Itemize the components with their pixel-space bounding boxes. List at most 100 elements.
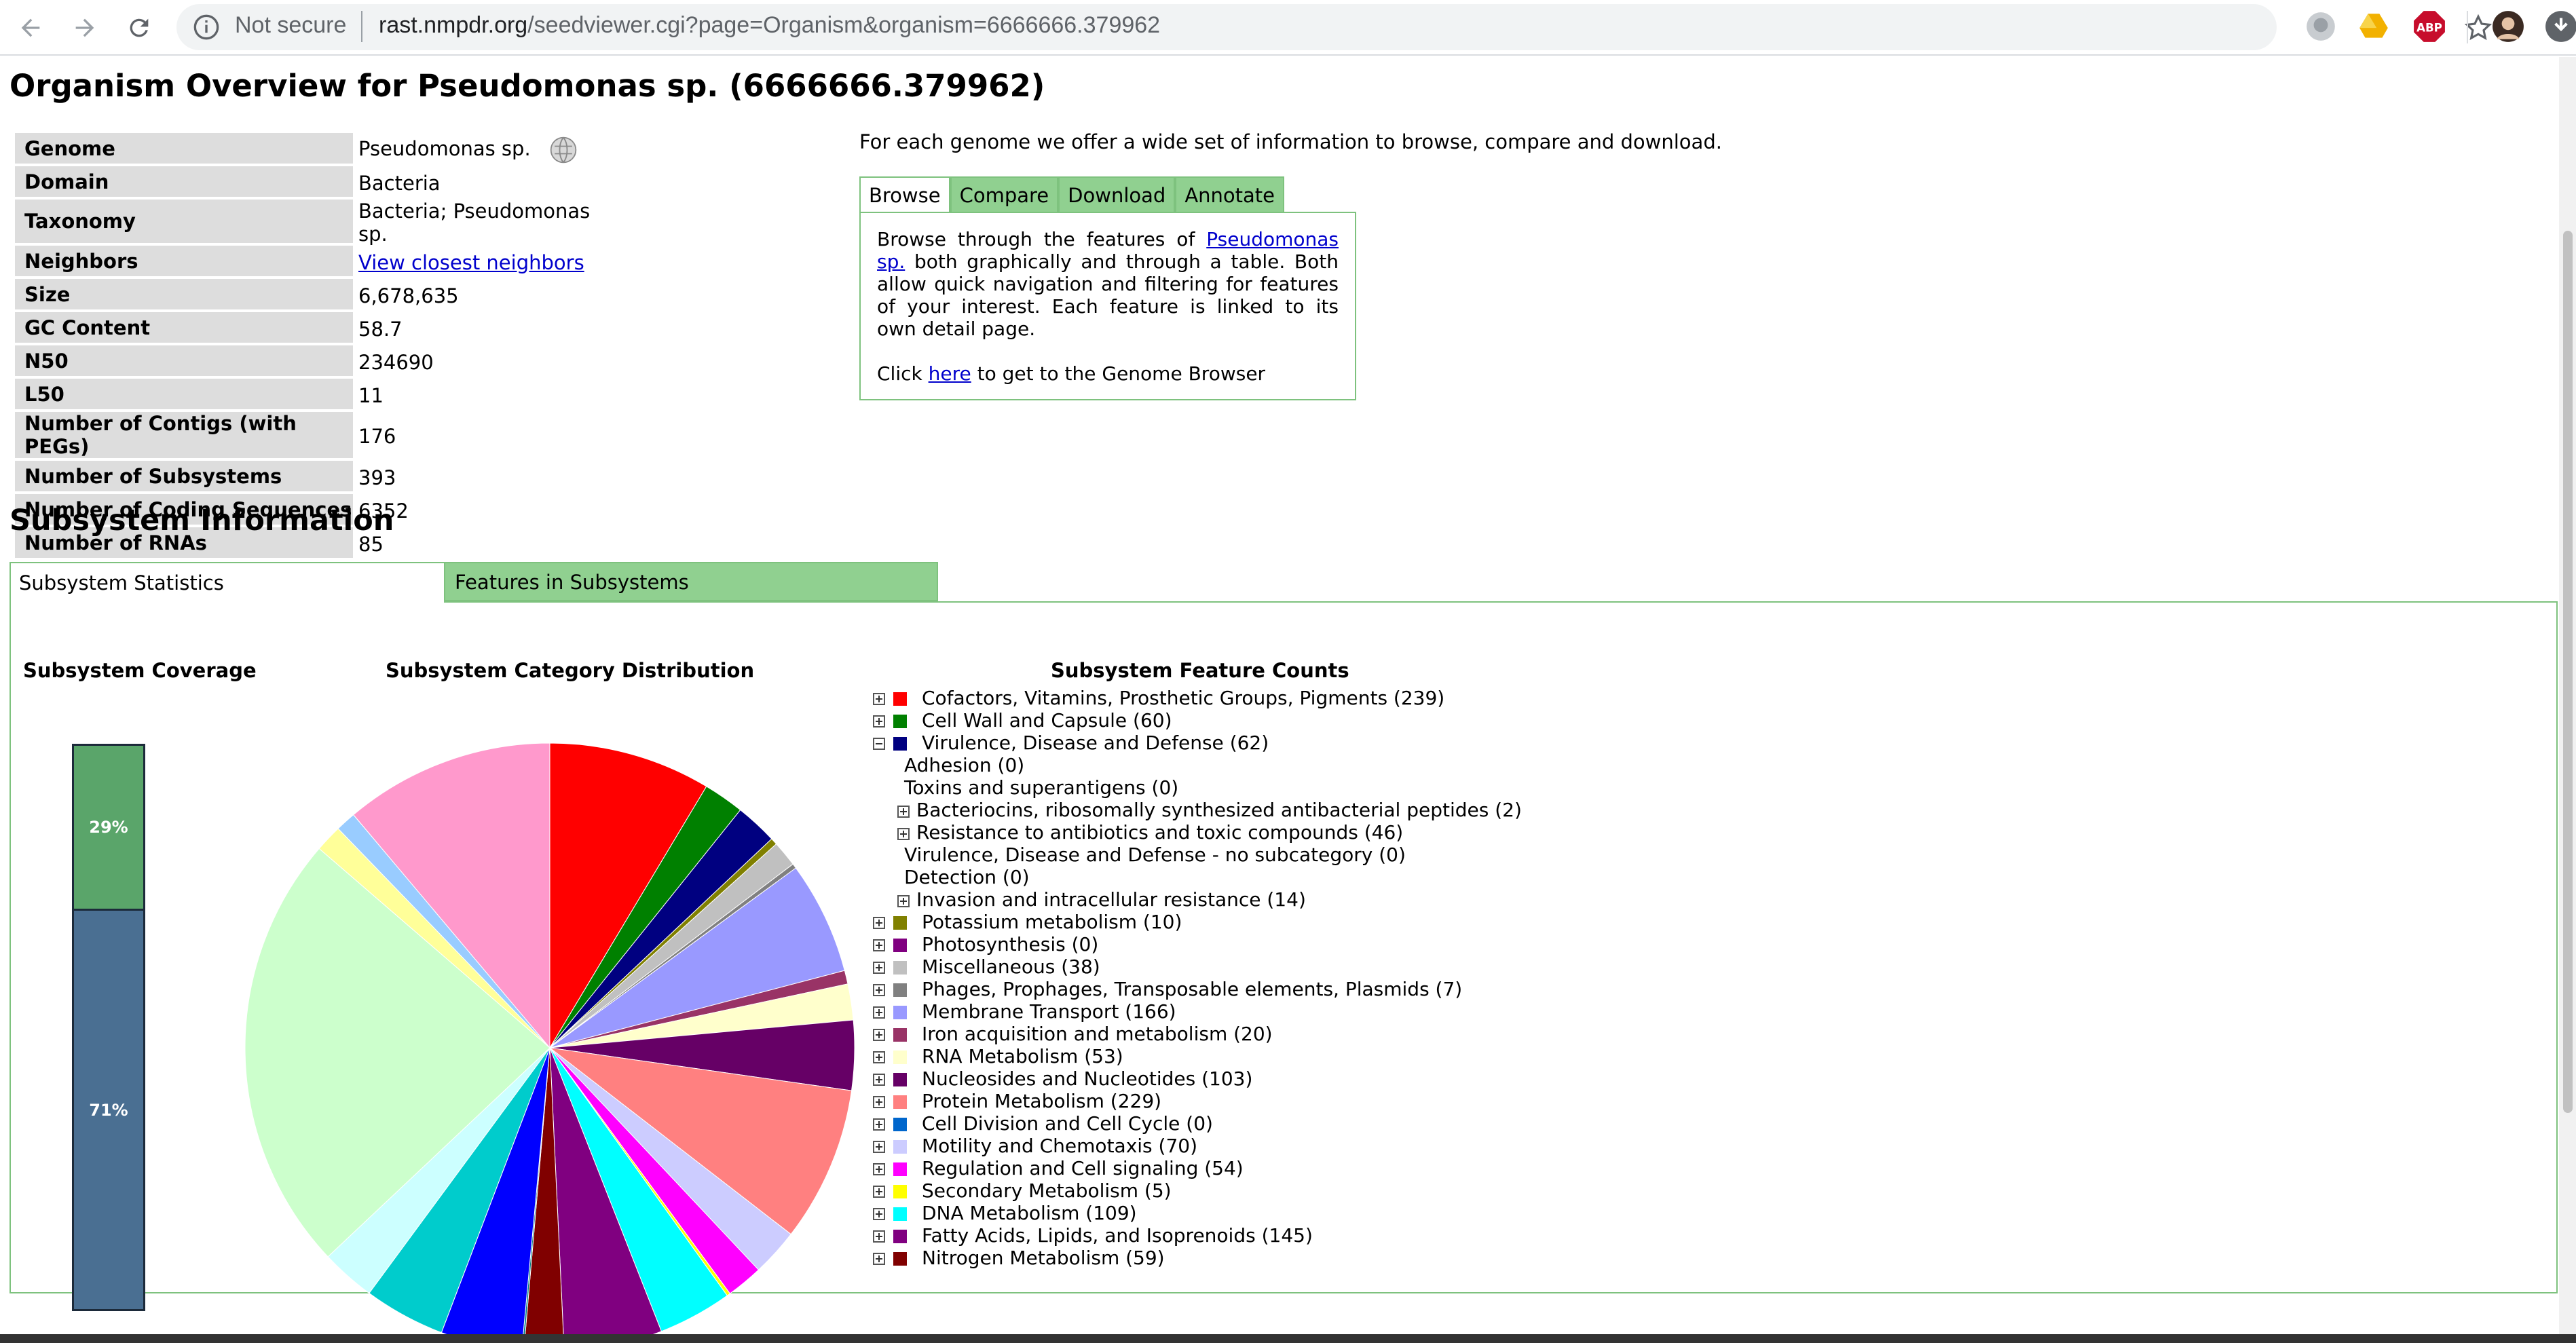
tab-compare[interactable]: Compare <box>950 176 1059 213</box>
coverage-bar: 29% 71% <box>72 744 145 1311</box>
expand-icon[interactable] <box>873 1186 885 1198</box>
expand-icon[interactable] <box>873 1118 885 1131</box>
category-color-swatch <box>893 1140 907 1154</box>
expand-icon[interactable] <box>873 693 885 705</box>
category-label: Iron acquisition and metabolism (20) <box>922 1023 1273 1045</box>
expand-icon[interactable] <box>897 895 910 907</box>
subcategory-label: Resistance to antibiotics and toxic comp… <box>916 821 1404 844</box>
pie-chart-title: Subsystem Category Distribution <box>386 659 755 682</box>
feature-category-row[interactable]: Fatty Acids, Lipids, and Isoprenoids (14… <box>873 1224 1891 1247</box>
click-prefix: Click <box>877 362 929 385</box>
feature-category-row[interactable]: Cell Wall and Capsule (60) <box>873 709 1891 732</box>
expand-icon[interactable] <box>873 1029 885 1041</box>
feature-category-row[interactable]: Nucleosides and Nucleotides (103) <box>873 1067 1891 1090</box>
genome-table-row: Neighbors View closest neighbors <box>15 246 612 279</box>
feature-category-row[interactable]: Protein Metabolism (229) <box>873 1090 1891 1112</box>
adblock-plus-label: ABP <box>2416 21 2442 34</box>
category-color-swatch <box>893 1230 907 1243</box>
expand-icon[interactable] <box>873 1074 885 1086</box>
url-text[interactable]: rast.nmpdr.org/seedviewer.cgi?page=Organ… <box>379 12 1160 39</box>
address-bar[interactable]: Not secure rast.nmpdr.org/seedviewer.cgi… <box>176 4 2493 50</box>
profile-avatar-icon[interactable] <box>2491 10 2525 43</box>
coverage-not-in-subsystems[interactable]: 71% <box>74 909 143 1309</box>
info-icon[interactable] <box>193 14 220 41</box>
forward-icon[interactable] <box>67 10 103 46</box>
reload-icon[interactable] <box>121 10 157 46</box>
feature-category-row[interactable]: Regulation and Cell signaling (54) <box>873 1157 1891 1179</box>
feature-category-row[interactable]: RNA Metabolism (53) <box>873 1045 1891 1067</box>
expand-icon[interactable] <box>873 962 885 974</box>
genome-row-label: Size <box>15 279 353 312</box>
expand-icon[interactable] <box>873 1163 885 1175</box>
genome-row-value-cell: 393 <box>353 461 612 494</box>
bottom-bar <box>0 1334 2576 1343</box>
genome-browser-link[interactable]: here <box>929 362 971 385</box>
subcategory-row: Adhesion (0) <box>873 754 1891 776</box>
genome-table-row: N50 234690 <box>15 345 612 379</box>
toolbar-divider <box>2467 11 2468 43</box>
feature-category-row[interactable]: Miscellaneous (38) <box>873 956 1891 978</box>
category-color-swatch <box>893 692 907 706</box>
expand-icon[interactable] <box>873 984 885 996</box>
view-neighbors-link[interactable]: View closest neighbors <box>358 251 584 274</box>
expand-icon[interactable] <box>873 939 885 951</box>
feature-category-row[interactable]: Cofactors, Vitamins, Prosthetic Groups, … <box>873 687 1891 709</box>
expand-icon[interactable] <box>873 1253 885 1265</box>
subcategory-row: Detection (0) <box>873 866 1891 888</box>
feature-category-row[interactable]: Membrane Transport (166) <box>873 1000 1891 1023</box>
expand-icon[interactable] <box>873 715 885 727</box>
genome-row-label: Genome <box>15 133 353 166</box>
extension-elephant-icon[interactable] <box>2304 10 2338 43</box>
genome-table-row: Genome Pseudomonas sp. <box>15 133 612 166</box>
extension-drive-icon[interactable] <box>2357 10 2391 43</box>
category-color-swatch <box>893 715 907 728</box>
coverage-in-subsystems[interactable]: 29% <box>74 746 143 909</box>
tab-browse[interactable]: Browse <box>859 176 950 213</box>
feature-category-row[interactable]: Photosynthesis (0) <box>873 933 1891 956</box>
scrollbar-thumb[interactable] <box>2563 231 2573 1113</box>
chrome-menu-icon[interactable] <box>2544 10 2576 43</box>
expand-icon[interactable] <box>873 1006 885 1019</box>
browse-tab-panel: Browse through the features of Pseudomon… <box>859 212 1356 400</box>
adblock-plus-icon[interactable]: ABP <box>2412 10 2446 43</box>
expand-icon[interactable] <box>897 828 910 840</box>
back-icon[interactable] <box>12 10 49 46</box>
expand-icon[interactable] <box>873 1096 885 1108</box>
category-label: Fatty Acids, Lipids, and Isoprenoids (14… <box>922 1224 1313 1247</box>
subcategory-row[interactable]: Resistance to antibiotics and toxic comp… <box>873 821 1891 844</box>
expand-icon[interactable] <box>873 917 885 929</box>
feature-category-row[interactable]: Phages, Prophages, Transposable elements… <box>873 978 1891 1000</box>
genome-row-value-cell: Bacteria <box>353 166 612 200</box>
bookmark-star-icon[interactable] <box>2464 14 2493 42</box>
subcategory-row[interactable]: Bacteriocins, ribosomally synthesized an… <box>873 799 1891 821</box>
category-color-swatch <box>893 1252 907 1266</box>
feature-category-row[interactable]: Potassium metabolism (10) <box>873 911 1891 933</box>
expand-icon[interactable] <box>873 1208 885 1220</box>
feature-category-row[interactable]: Secondary Metabolism (5) <box>873 1179 1891 1202</box>
genome-row-value-cell: Pseudomonas sp. <box>353 133 612 166</box>
subcategory-label: Adhesion (0) <box>904 754 1025 776</box>
feature-category-row[interactable]: Virulence, Disease and Defense (62) <box>873 732 1891 754</box>
expand-icon[interactable] <box>873 1141 885 1153</box>
feature-category-row[interactable]: Nitrogen Metabolism (59) <box>873 1247 1891 1269</box>
tab-annotate[interactable]: Annotate <box>1175 176 1285 213</box>
expand-icon[interactable] <box>873 1230 885 1243</box>
tab-features-in-subsystems[interactable]: Features in Subsystems <box>444 562 938 601</box>
tab-subsystem-statistics[interactable]: Subsystem Statistics <box>10 562 445 603</box>
expand-icon[interactable] <box>873 1051 885 1063</box>
category-color-swatch <box>893 1207 907 1221</box>
genome-row-value-cell: View closest neighbors <box>353 246 612 279</box>
category-pie-chart <box>244 742 855 1343</box>
wikipedia-globe-icon[interactable] <box>548 135 578 165</box>
tab-download[interactable]: Download <box>1058 176 1176 213</box>
expand-icon[interactable] <box>897 806 910 818</box>
feature-category-row[interactable]: DNA Metabolism (109) <box>873 1202 1891 1224</box>
subcategory-label: Bacteriocins, ribosomally synthesized an… <box>916 799 1522 821</box>
feature-category-row[interactable]: Motility and Chemotaxis (70) <box>873 1135 1891 1157</box>
browse-intro-text: For each genome we offer a wide set of i… <box>859 130 1722 153</box>
genome-row-label: Number of Subsystems <box>15 461 353 494</box>
feature-category-row[interactable]: Cell Division and Cell Cycle (0) <box>873 1112 1891 1135</box>
feature-category-row[interactable]: Iron acquisition and metabolism (20) <box>873 1023 1891 1045</box>
collapse-icon[interactable] <box>873 738 885 750</box>
subcategory-row[interactable]: Invasion and intracellular resistance (1… <box>873 888 1891 911</box>
